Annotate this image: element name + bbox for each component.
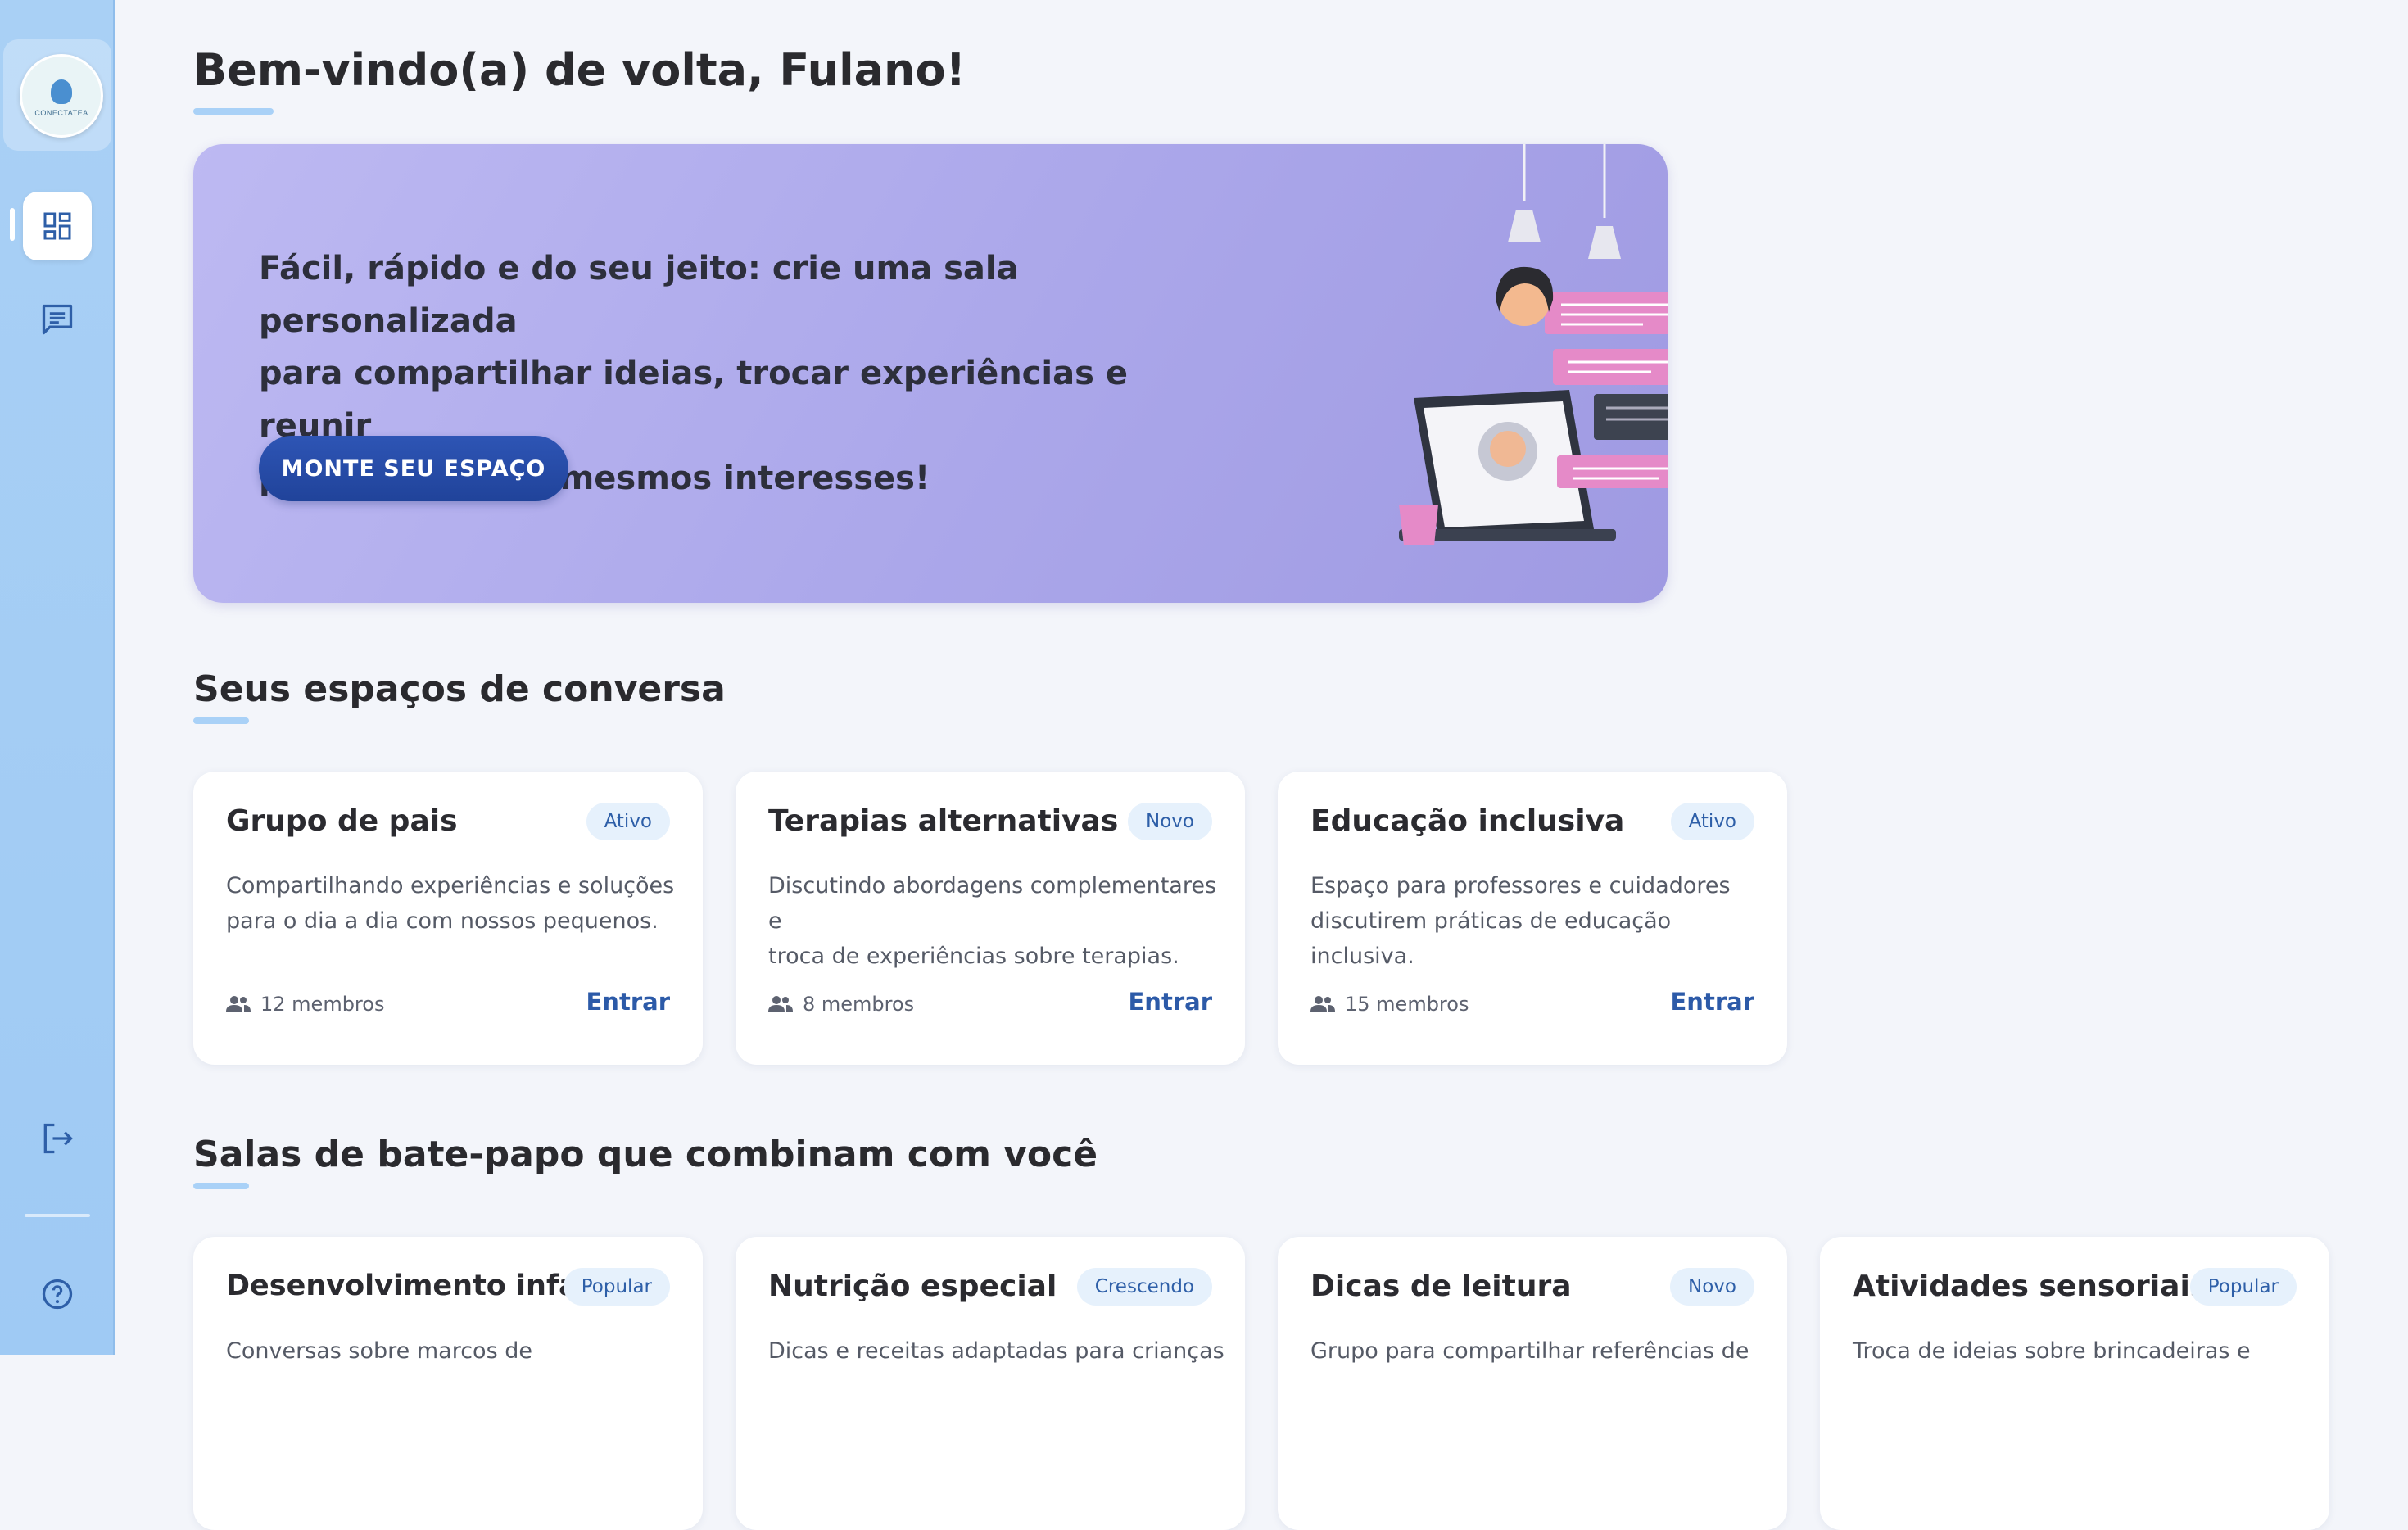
members-text: 15 membros <box>1345 993 1469 1016</box>
room-card[interactable]: Nutrição especial Crescendo Dicas e rece… <box>736 1237 1245 1530</box>
card-description: Conversas sobre marcos de <box>226 1333 685 1369</box>
enter-link[interactable]: Entrar <box>586 988 671 1016</box>
enter-link[interactable]: Entrar <box>1129 988 1213 1016</box>
members-count: 12 membros <box>226 993 384 1016</box>
members-icon <box>226 996 251 1012</box>
chat-illustration <box>1399 144 1668 545</box>
spaces-section-title: Seus espaços de conversa <box>193 668 726 710</box>
card-description-line: Discutindo abordagens complementares e <box>768 873 1217 934</box>
active-nav-marker <box>10 208 15 241</box>
status-badge: Popular <box>2189 1268 2297 1306</box>
card-title: Grupo de pais <box>226 804 458 838</box>
chat-icon <box>42 304 73 335</box>
members-count: 15 membros <box>1310 993 1469 1016</box>
room-card[interactable]: Atividades sensoriais Popular Troca de i… <box>1820 1237 2329 1530</box>
enter-link[interactable]: Entrar <box>1671 988 1755 1016</box>
card-title: Educação inclusiva <box>1310 804 1625 838</box>
sidebar: CONECTATEA <box>0 0 115 1355</box>
brand-logo[interactable]: CONECTATEA <box>20 54 103 138</box>
card-title: Nutrição especial <box>768 1270 1057 1303</box>
help-button[interactable] <box>23 1260 92 1329</box>
sidebar-divider <box>25 1214 90 1217</box>
status-badge: Ativo <box>586 803 670 840</box>
status-badge: Ativo <box>1670 803 1754 840</box>
room-card[interactable]: Dicas de leitura Novo Grupo para compart… <box>1278 1237 1787 1530</box>
section-underline <box>193 717 249 724</box>
space-card[interactable]: Terapias alternativas Novo Discutindo ab… <box>736 772 1245 1065</box>
space-card[interactable]: Grupo de pais Ativo Compartilhando exper… <box>193 772 703 1065</box>
members-text: 12 membros <box>260 993 385 1016</box>
hero-text-line: Fácil, rápido e do seu jeito: crie uma s… <box>259 250 1019 340</box>
status-badge: Crescendo <box>1076 1268 1212 1306</box>
card-description-line: Dicas e receitas adaptadas para crianças <box>768 1338 1224 1364</box>
card-description-line: Grupo para compartilhar referências de <box>1310 1338 1749 1364</box>
status-badge: Novo <box>1670 1268 1754 1306</box>
section-underline <box>193 1183 249 1189</box>
page-title: Bem-vindo(a) de volta, Fulano! <box>193 44 966 96</box>
members-count: 8 membros <box>768 993 914 1016</box>
sidebar-item-dashboard[interactable] <box>23 192 92 260</box>
create-space-button[interactable]: MONTE SEU ESPAÇO <box>259 436 568 501</box>
card-description: Troca de ideias sobre brincadeiras e <box>1853 1333 2311 1369</box>
hero-banner: Fácil, rápido e do seu jeito: crie uma s… <box>193 144 1668 603</box>
card-description: Grupo para compartilhar referências de <box>1310 1333 1769 1369</box>
logo-text: CONECTATEA <box>34 109 88 117</box>
card-title: Atividades sensoriais <box>1853 1270 2208 1303</box>
members-icon <box>1310 996 1335 1012</box>
logout-icon <box>43 1123 73 1154</box>
card-title: Terapias alternativas <box>768 804 1119 838</box>
status-badge: Novo <box>1128 803 1212 840</box>
title-underline <box>193 108 274 115</box>
help-icon <box>42 1279 73 1310</box>
card-description-line: discutirem práticas de educação inclusiv… <box>1310 908 1672 969</box>
status-badge: Popular <box>563 1268 670 1306</box>
members-text: 8 membros <box>803 993 915 1016</box>
card-description: Compartilhando experiências e soluções p… <box>226 868 685 939</box>
card-description-line: Espaço para professores e cuidadores <box>1310 873 1731 899</box>
card-title: Dicas de leitura <box>1310 1270 1572 1303</box>
card-description-line: Conversas sobre marcos de <box>226 1338 532 1364</box>
card-description: Dicas e receitas adaptadas para crianças <box>768 1333 1227 1369</box>
card-description-line: Compartilhando experiências e soluções <box>226 873 675 899</box>
card-description-line: Troca de ideias sobre brincadeiras e <box>1853 1338 2251 1364</box>
card-description-line: para o dia a dia com nossos pequenos. <box>226 908 659 934</box>
rooms-section-title: Salas de bate-papo que combinam com você <box>193 1134 1098 1175</box>
logout-button[interactable] <box>23 1104 92 1173</box>
sidebar-item-chat[interactable] <box>23 285 92 354</box>
dashboard-icon <box>43 212 71 240</box>
card-description: Espaço para professores e cuidadores dis… <box>1310 868 1769 974</box>
logo-container[interactable]: CONECTATEA <box>3 39 111 151</box>
members-icon <box>768 996 793 1012</box>
card-description: Discutindo abordagens complementares e t… <box>768 868 1227 974</box>
card-description-line: troca de experiências sobre terapias. <box>768 944 1179 969</box>
space-card[interactable]: Educação inclusiva Ativo Espaço para pro… <box>1278 772 1787 1065</box>
logo-head-icon <box>51 79 72 104</box>
room-card[interactable]: Desenvolvimento infantil Popular Convers… <box>193 1237 703 1530</box>
